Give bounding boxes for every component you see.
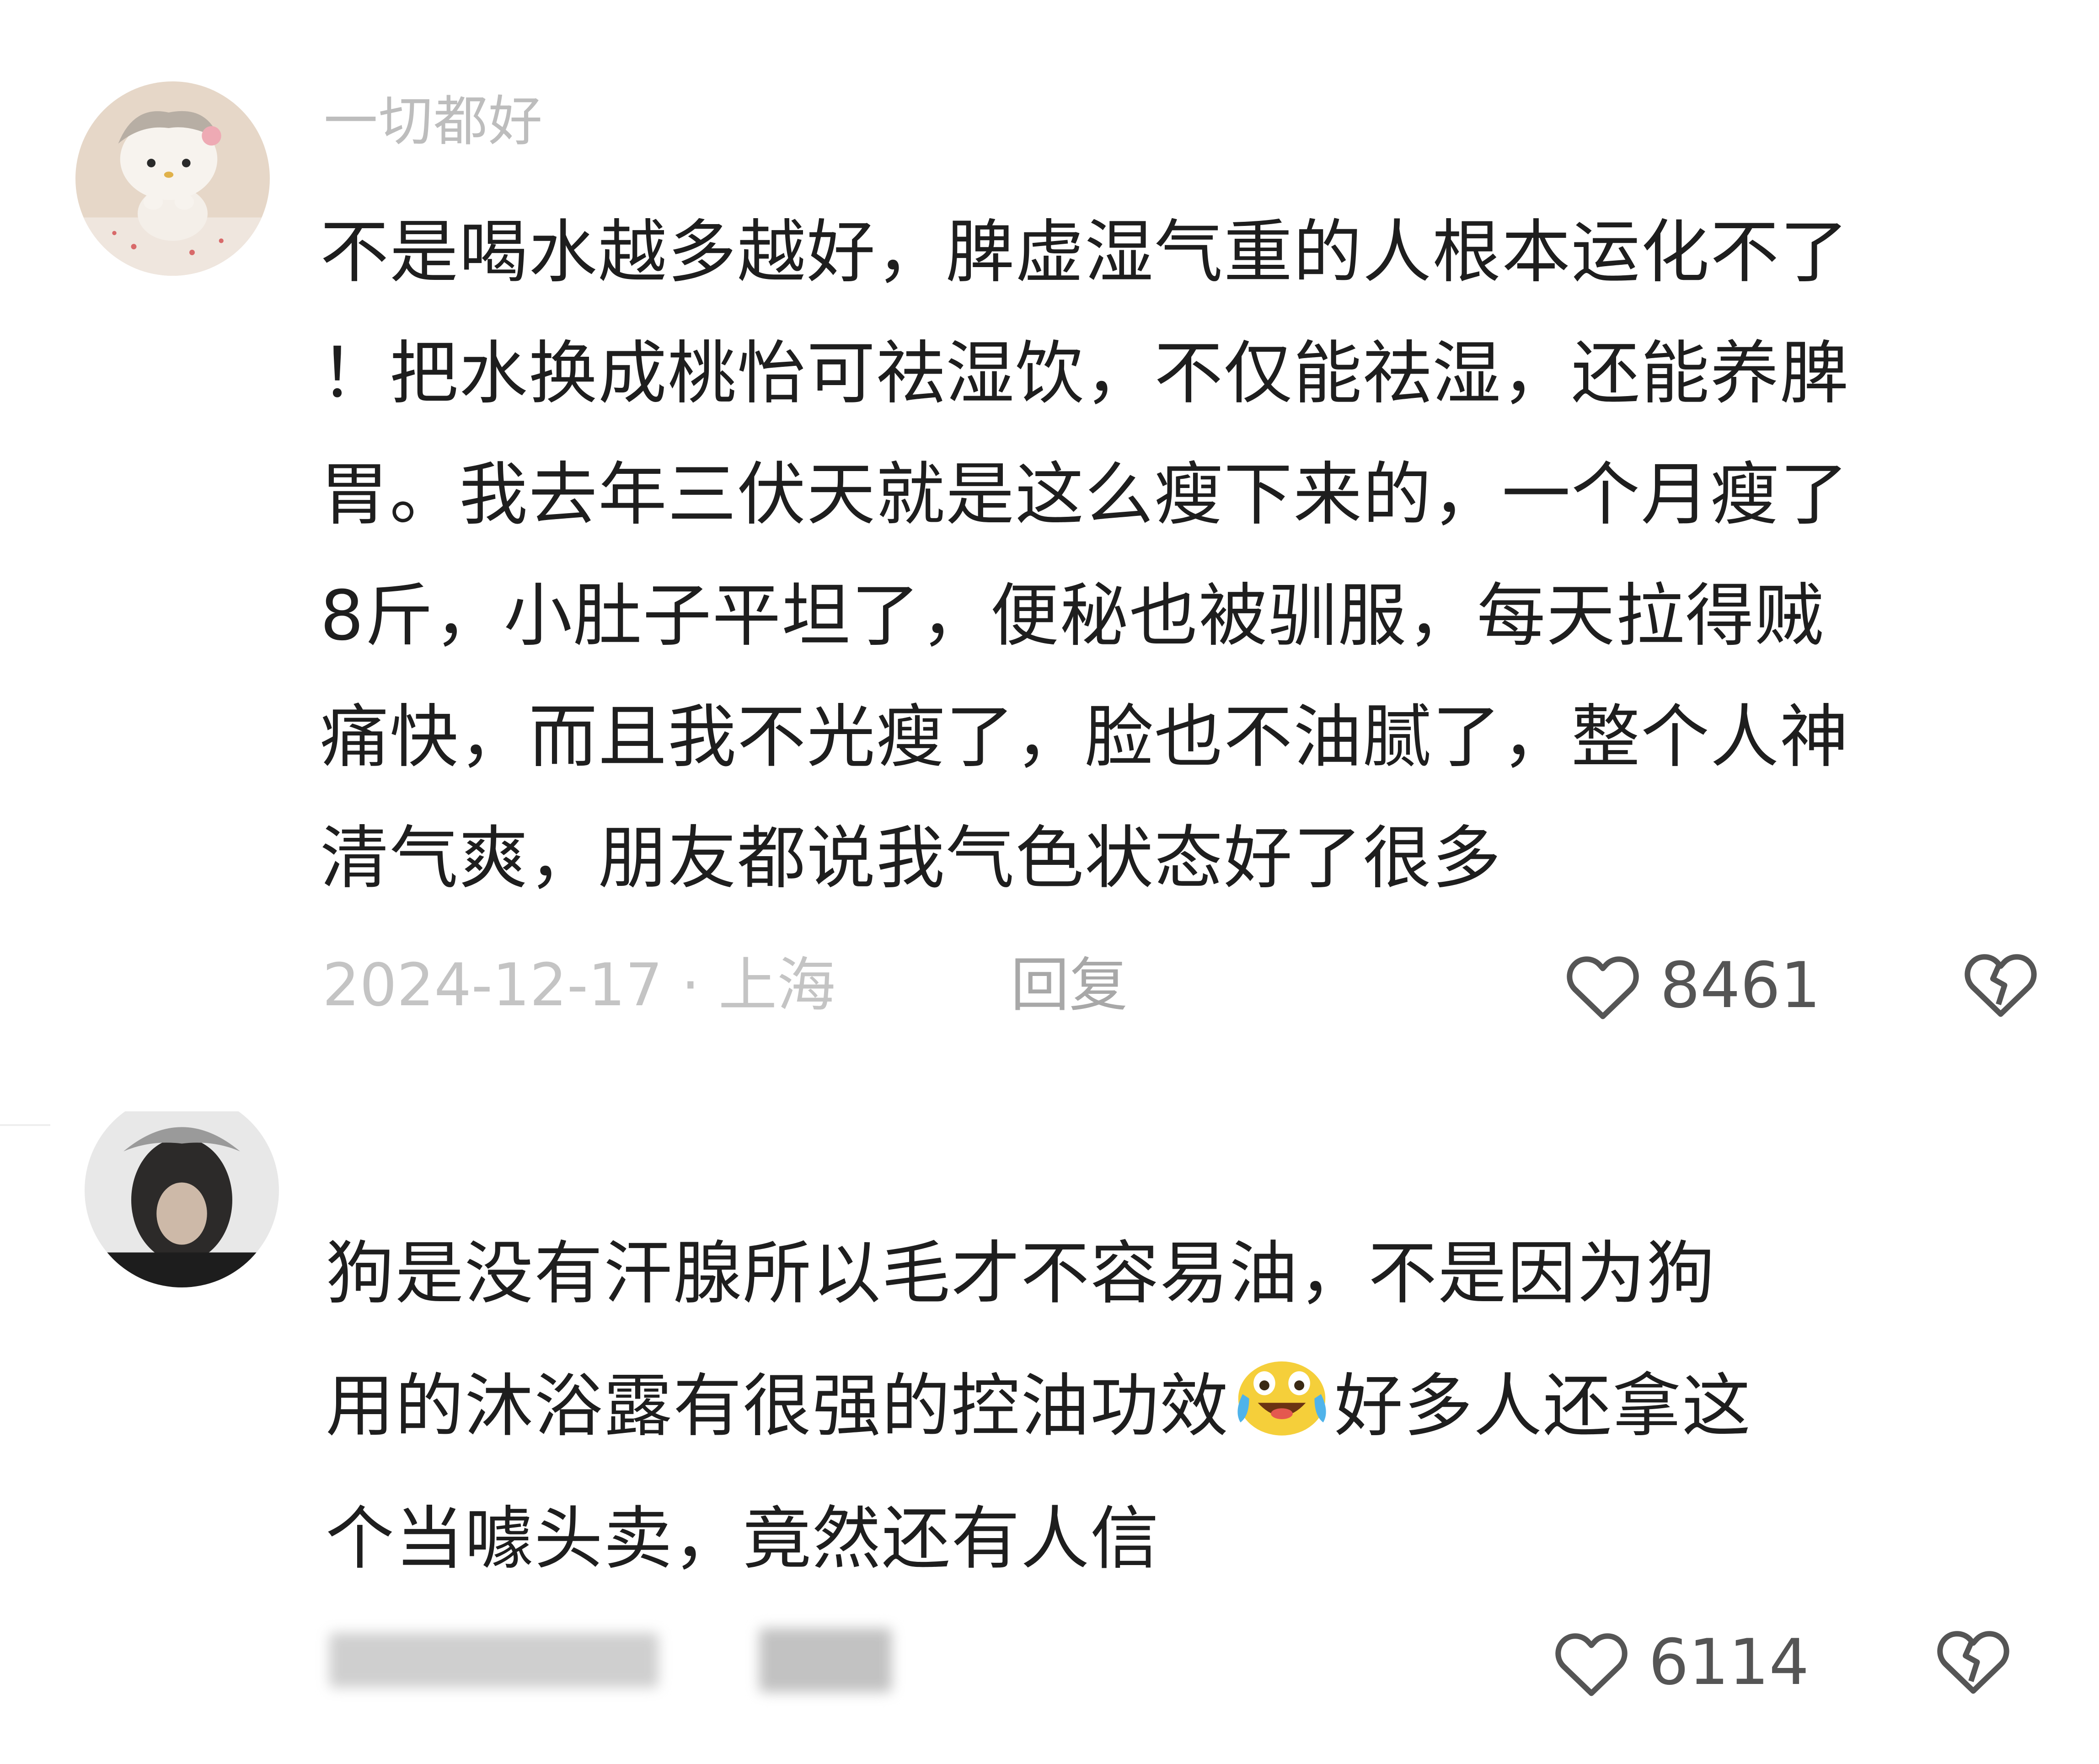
comment-line: 胃。我去年三伏天就是这么瘦下来的，一个月瘦了: [320, 455, 1850, 535]
reply-button-blurred[interactable]: [759, 1628, 892, 1692]
comment-line: 用的沐浴露有很强的控油功效 好多人还拿这: [326, 1340, 1751, 1485]
crying-laughing-emoji-icon: [1229, 1351, 1334, 1485]
avatar[interactable]: [75, 81, 270, 276]
comment-line: 清气爽，朋友都说我气色状态好了很多: [320, 819, 1502, 898]
comment-line: 个当噱头卖，竟然还有人信: [326, 1499, 1160, 1579]
like-button[interactable]: 8461: [1564, 947, 1821, 1024]
comment-date-location: 2024-12-17 · 上海: [322, 951, 835, 1019]
avatar-mask: [69, 1075, 297, 1111]
comment-line: 狗是没有汗腺所以毛才不容易油，不是因为狗: [326, 1234, 1716, 1314]
username[interactable]: 一切都好: [324, 89, 543, 153]
comment-line-part: 好多人还拿这: [1334, 1367, 1752, 1446]
divider: [0, 1124, 50, 1126]
avatar[interactable]: [85, 1093, 279, 1287]
person-avatar-icon: [85, 1093, 279, 1287]
comment-line: ！把水换成桃怡可祛湿饮，不仅能祛湿，还能养脾: [320, 334, 1850, 413]
comment-item: 一切都好 不是喝水越多越好，脾虚湿气重的人根本运化不了 ！把水换成桃怡可祛湿饮，…: [0, 0, 2099, 1098]
comment-line: 不是喝水越多越好，脾虚湿气重的人根本运化不了: [320, 213, 1850, 292]
comment-line: 痛快，而且我不光瘦了，脸也不油腻了，整个人神: [320, 697, 1850, 777]
comment-line-part: 用的沐浴露有很强的控油功效: [326, 1367, 1230, 1446]
comment-line: 8斤，小肚子平坦了，便秘也被驯服，每天拉得贼: [320, 576, 1825, 656]
hello-kitty-avatar-icon: [75, 81, 270, 276]
heart-outline-icon: [1564, 949, 1642, 1022]
broken-heart-icon[interactable]: [1962, 947, 2040, 1020]
like-button[interactable]: 6114: [1553, 1624, 1809, 1701]
comment-item: 狗是没有汗腺所以毛才不容易油，不是因为狗 用的沐浴露有很强的控油功效 好多人还拿…: [0, 1075, 2099, 1738]
like-count: 6114: [1649, 1625, 1810, 1699]
heart-outline-icon: [1553, 1626, 1630, 1699]
like-count: 8461: [1660, 949, 1821, 1022]
comment-date-location-blurred: [329, 1633, 659, 1688]
broken-heart-icon[interactable]: [1934, 1624, 2012, 1697]
reply-button[interactable]: 回复: [1011, 951, 1128, 1020]
